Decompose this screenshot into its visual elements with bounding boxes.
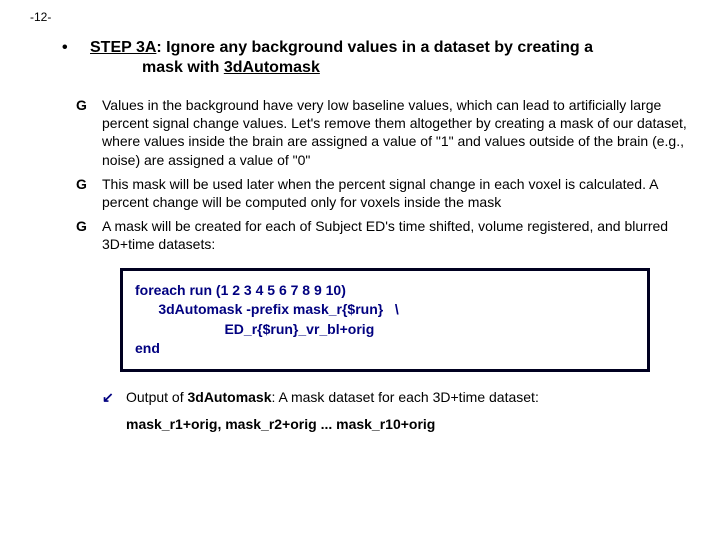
output-text: Output of 3dAutomask: A mask dataset for… [126, 388, 690, 406]
step-heading-row: • STEP 3A: Ignore any background values … [62, 38, 690, 78]
mask-output-line: mask_r1+orig, mask_r2+orig ... mask_r10+… [126, 416, 690, 432]
arrow-down-left-icon: ↙ [102, 388, 126, 406]
bullet-dot-icon: • [62, 38, 90, 57]
list-text: Values in the background have very low b… [102, 96, 690, 169]
code-line: end [135, 339, 635, 359]
list-text: A mask will be created for each of Subje… [102, 217, 690, 253]
code-line: 3dAutomask -prefix mask_r{$run} \ [135, 300, 635, 320]
output-row: ↙ Output of 3dAutomask: A mask dataset f… [102, 388, 690, 406]
step-text-1: : Ignore any background values in a data… [156, 39, 593, 56]
slide: -12- • STEP 3A: Ignore any background va… [0, 0, 720, 540]
body-list: G Values in the background have very low… [76, 96, 690, 254]
step-label: STEP 3A [90, 39, 156, 56]
list-marker-icon: G [76, 96, 102, 114]
step-text-2: mask with [142, 59, 224, 76]
program-name: 3dAutomask [224, 59, 320, 76]
mask-name-1: mask_r1+orig, [126, 416, 221, 432]
list-item: G Values in the background have very low… [76, 96, 690, 169]
code-line: foreach run (1 2 3 4 5 6 7 8 9 10) [135, 281, 635, 301]
output-program: 3dAutomask [187, 389, 271, 405]
output-lead: Output of [126, 389, 187, 405]
code-block: foreach run (1 2 3 4 5 6 7 8 9 10) 3dAut… [120, 268, 650, 372]
page-number: -12- [30, 10, 690, 24]
list-text: This mask will be used later when the pe… [102, 175, 690, 211]
list-marker-icon: G [76, 217, 102, 235]
step-heading: STEP 3A: Ignore any background values in… [90, 38, 690, 78]
list-item: G This mask will be used later when the … [76, 175, 690, 211]
mask-name-rest: mask_r2+orig ... mask_r10+orig [225, 416, 435, 432]
list-marker-icon: G [76, 175, 102, 193]
list-item: G A mask will be created for each of Sub… [76, 217, 690, 253]
output-tail: : A mask dataset for each 3D+time datase… [272, 389, 539, 405]
code-line: ED_r{$run}_vr_bl+orig [135, 320, 635, 340]
